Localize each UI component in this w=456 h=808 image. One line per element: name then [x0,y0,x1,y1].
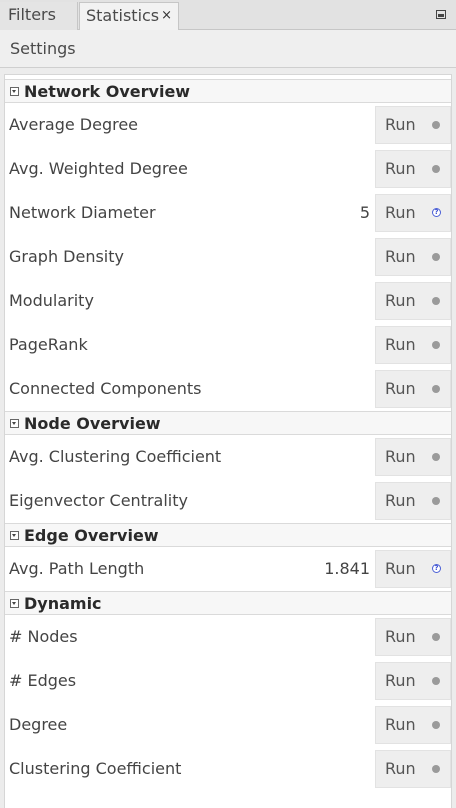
tab-filters-label: Filters [8,5,56,24]
stat-value: 5 [359,203,370,222]
stat-label: # Edges [9,671,77,690]
stat-label: Degree [9,715,68,734]
statistics-window: Filters Statistics × Settings Network Ov… [0,0,456,808]
tab-statistics-label: Statistics [86,6,160,25]
run-button-label: Run [385,447,416,466]
stat-label: Eigenvector Centrality [9,491,188,510]
status-dot-icon [432,453,440,461]
status-dot-icon [432,765,440,773]
run-button[interactable]: Run [375,618,451,656]
status-dot-icon [432,165,440,173]
status-dot-icon [432,633,440,641]
stat-row-eigenvector-centrality: Eigenvector Centrality Run [5,479,451,523]
stat-row-avg-path-length: Avg. Path Length 1.841 Run ? [5,547,451,591]
stat-row-modularity: Modularity Run [5,279,451,323]
section-node-overview[interactable]: Node Overview [5,411,451,435]
run-button-label: Run [385,627,416,646]
status-dot-icon [432,341,440,349]
statistics-panel: Network Overview Average Degree Run Avg.… [4,74,452,808]
section-network-overview[interactable]: Network Overview [5,79,451,103]
status-dot-icon [432,253,440,261]
run-button[interactable]: Run [375,750,451,788]
stat-row-pagerank: PageRank Run [5,323,451,367]
settings-button[interactable]: Settings [10,38,76,60]
run-button[interactable]: Run [375,370,451,408]
run-button-label: Run [385,559,416,578]
stat-row-graph-density: Graph Density Run [5,235,451,279]
section-title: Node Overview [24,413,161,433]
run-button-label: Run [385,715,416,734]
run-button-label: Run [385,335,416,354]
section-edge-overview[interactable]: Edge Overview [5,523,451,547]
run-button[interactable]: Run [375,482,451,520]
stat-label: Clustering Coefficient [9,759,182,778]
section-title: Edge Overview [24,525,159,545]
stat-row-nodes: # Nodes Run [5,615,451,659]
stat-row-network-diameter: Network Diameter 5 Run ? [5,191,451,235]
status-dot-icon [432,297,440,305]
run-button-label: Run [385,759,416,778]
run-button[interactable]: Run [375,282,451,320]
toolbar: Settings [0,30,456,68]
run-button-label: Run [385,247,416,266]
section-title: Dynamic [24,593,102,613]
run-button[interactable]: Run [375,438,451,476]
run-button-label: Run [385,379,416,398]
status-dot-icon [432,121,440,129]
status-dot-icon [432,677,440,685]
tab-bar: Filters Statistics × [0,0,456,31]
stat-value: 1.841 [324,559,370,578]
status-dot-icon [432,385,440,393]
stat-row-average-degree: Average Degree Run [5,103,451,147]
stat-label: Connected Components [9,379,202,398]
stat-row-connected-components: Connected Components Run [5,367,451,411]
tab-filters[interactable]: Filters [0,2,78,30]
section-title: Network Overview [24,81,191,101]
stat-label: Avg. Path Length [9,559,145,578]
run-button-label: Run [385,159,416,178]
section-dynamic[interactable]: Dynamic [5,591,451,615]
run-button[interactable]: Run [375,662,451,700]
minimize-icon[interactable] [436,10,446,19]
run-button-label: Run [385,115,416,134]
run-button[interactable]: Run ? [375,194,451,232]
stat-label: # Nodes [9,627,78,646]
stat-label: Graph Density [9,247,124,266]
status-dot-icon [432,497,440,505]
collapse-icon[interactable] [10,418,19,428]
run-button-label: Run [385,671,416,690]
run-button[interactable]: Run [375,106,451,144]
close-icon[interactable]: × [161,3,172,29]
run-button-label: Run [385,203,416,222]
stat-row-degree: Degree Run [5,703,451,747]
stat-label: Avg. Weighted Degree [9,159,188,178]
run-button-label: Run [385,491,416,510]
tab-statistics[interactable]: Statistics × [79,2,179,31]
collapse-icon[interactable] [10,86,19,96]
help-icon[interactable]: ? [432,564,441,573]
run-button[interactable]: Run ? [375,550,451,588]
collapse-icon[interactable] [10,530,19,540]
stat-row-avg-weighted-degree: Avg. Weighted Degree Run [5,147,451,191]
run-button[interactable]: Run [375,238,451,276]
collapse-icon[interactable] [10,598,19,608]
stat-label: Network Diameter [9,203,156,222]
stat-row-avg-clustering-coefficient: Avg. Clustering Coefficient Run [5,435,451,479]
stat-label: PageRank [9,335,88,354]
stat-row-clustering-coefficient: Clustering Coefficient Run [5,747,451,791]
status-dot-icon [432,721,440,729]
stat-label: Average Degree [9,115,139,134]
stat-label: Modularity [9,291,94,310]
stat-label: Avg. Clustering Coefficient [9,447,222,466]
help-icon[interactable]: ? [432,208,441,217]
run-button-label: Run [385,291,416,310]
stat-row-edges: # Edges Run [5,659,451,703]
run-button[interactable]: Run [375,706,451,744]
run-button[interactable]: Run [375,150,451,188]
run-button[interactable]: Run [375,326,451,364]
